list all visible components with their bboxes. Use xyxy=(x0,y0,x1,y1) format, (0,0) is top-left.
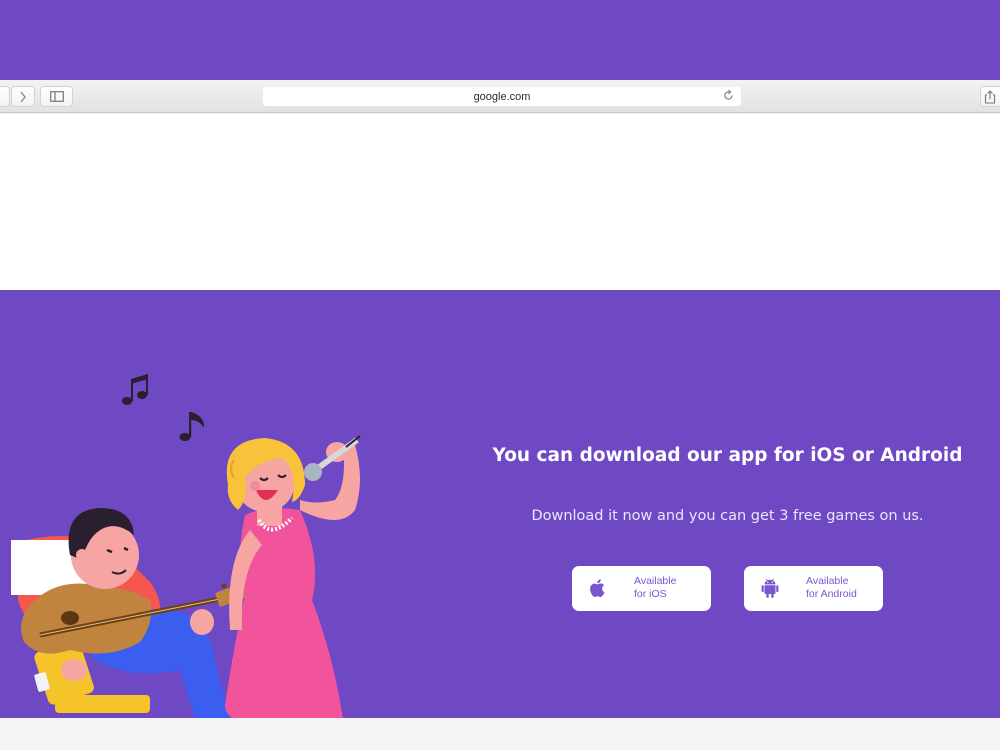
android-icon xyxy=(761,578,779,598)
share-button[interactable] xyxy=(980,86,1000,107)
page-blank-area xyxy=(0,114,1000,290)
top-purple-band xyxy=(0,0,1000,80)
url-text: google.com xyxy=(473,90,531,103)
chevron-right-icon xyxy=(20,91,26,102)
sidebar-icon xyxy=(49,91,64,102)
android-button-line2: for Android xyxy=(806,587,857,600)
ios-download-button[interactable]: Available for iOS xyxy=(572,566,711,611)
ios-button-line2: for iOS xyxy=(634,587,667,600)
music-note-icon xyxy=(179,412,205,441)
forward-button[interactable] xyxy=(11,86,35,107)
android-button-line1: Available xyxy=(806,575,849,587)
page-footer-strip xyxy=(0,718,1000,750)
back-button[interactable] xyxy=(0,86,10,107)
download-heading: You can download our app for iOS or Andr… xyxy=(492,445,963,466)
musicians-illustration xyxy=(11,374,361,718)
download-app-section: You can download our app for iOS or Andr… xyxy=(0,290,1000,718)
music-note-icon xyxy=(122,374,148,405)
address-bar[interactable]: google.com xyxy=(263,87,741,106)
ios-button-line1: Available xyxy=(634,575,677,587)
sidebar-toggle-button[interactable] xyxy=(40,86,73,107)
android-download-button[interactable]: Available for Android xyxy=(744,566,883,611)
apple-icon xyxy=(590,579,605,597)
share-icon xyxy=(984,89,996,104)
download-subheading: Download it now and you can get 3 free g… xyxy=(531,508,924,524)
reload-icon[interactable] xyxy=(722,89,735,102)
